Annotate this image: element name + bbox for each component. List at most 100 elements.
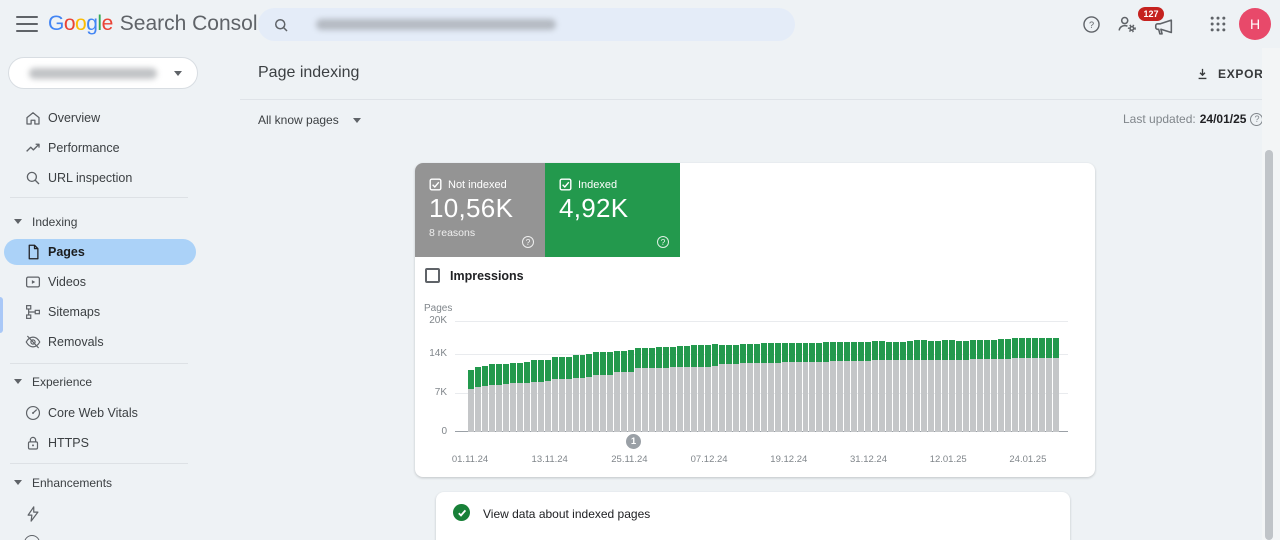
- annotation-marker[interactable]: 1: [626, 434, 641, 449]
- bar[interactable]: [551, 357, 558, 432]
- bar[interactable]: [628, 349, 635, 432]
- bar[interactable]: [614, 350, 621, 432]
- bar[interactable]: [642, 348, 649, 432]
- sidebar-section-enhancements[interactable]: Enhancements: [0, 472, 200, 494]
- sidebar-item-overview[interactable]: Overview: [0, 106, 200, 130]
- bar[interactable]: [663, 347, 670, 432]
- bar[interactable]: [851, 342, 858, 432]
- sidebar-item-https[interactable]: HTTPS: [0, 431, 200, 455]
- scrollbar-thumb[interactable]: [1265, 150, 1273, 540]
- bar[interactable]: [788, 342, 795, 432]
- bar[interactable]: [816, 342, 823, 432]
- apps-grid-icon[interactable]: [1206, 12, 1230, 36]
- manage-accounts-icon[interactable]: [1115, 12, 1139, 36]
- bar[interactable]: [983, 339, 990, 432]
- bar[interactable]: [955, 340, 962, 432]
- bar[interactable]: [718, 345, 725, 432]
- bar[interactable]: [886, 341, 893, 432]
- bar[interactable]: [879, 341, 886, 432]
- bar[interactable]: [725, 345, 732, 432]
- bar[interactable]: [495, 364, 502, 432]
- bar[interactable]: [948, 340, 955, 432]
- bar[interactable]: [865, 341, 872, 432]
- bar[interactable]: [858, 342, 865, 432]
- bar[interactable]: [767, 343, 774, 432]
- bar[interactable]: [572, 354, 579, 432]
- avatar[interactable]: H: [1239, 8, 1271, 40]
- bar[interactable]: [809, 342, 816, 432]
- sidebar-item-core-web-vitals[interactable]: Core Web Vitals: [0, 401, 200, 425]
- sidebar-item-url-inspection[interactable]: URL inspection: [0, 166, 200, 190]
- help-icon[interactable]: ?: [1079, 12, 1103, 36]
- bar[interactable]: [523, 361, 530, 432]
- bar[interactable]: [711, 344, 718, 432]
- bar[interactable]: [837, 341, 844, 432]
- bar[interactable]: [907, 341, 913, 432]
- bar[interactable]: [962, 340, 969, 432]
- bar[interactable]: [927, 340, 934, 432]
- bar[interactable]: [474, 367, 481, 432]
- bar[interactable]: [802, 342, 809, 432]
- bar[interactable]: [830, 341, 837, 432]
- bar[interactable]: [844, 341, 851, 432]
- bar[interactable]: [488, 364, 495, 432]
- bar[interactable]: [635, 348, 642, 432]
- bar[interactable]: [990, 339, 997, 432]
- bar[interactable]: [1025, 338, 1032, 432]
- bar[interactable]: [941, 340, 948, 432]
- bar[interactable]: [558, 357, 565, 432]
- bar[interactable]: [823, 342, 830, 432]
- page-filter-dropdown[interactable]: All know pages: [258, 113, 361, 127]
- property-selector[interactable]: [8, 57, 198, 89]
- export-button[interactable]: EXPORT: [1194, 62, 1272, 86]
- bar[interactable]: [739, 344, 746, 432]
- sidebar-item-pages-selected[interactable]: Pages: [4, 239, 196, 265]
- bar[interactable]: [593, 352, 600, 432]
- sidebar-item-videos[interactable]: Videos: [0, 270, 200, 294]
- bar[interactable]: [670, 346, 677, 432]
- indexed-summary-card[interactable]: Indexed 4,92K ?: [545, 163, 680, 257]
- sidebar-item-amp[interactable]: [0, 502, 200, 526]
- bar[interactable]: [1046, 338, 1053, 432]
- bar[interactable]: [509, 362, 516, 432]
- bar[interactable]: [969, 339, 976, 432]
- bar[interactable]: [872, 341, 879, 432]
- bar[interactable]: [677, 346, 684, 432]
- bar[interactable]: [656, 347, 663, 432]
- bar[interactable]: [795, 342, 802, 432]
- impressions-checkbox[interactable]: Impressions: [425, 268, 524, 283]
- bar[interactable]: [621, 350, 628, 432]
- hamburger-menu-icon[interactable]: [16, 15, 38, 33]
- bar[interactable]: [920, 340, 927, 432]
- bar[interactable]: [586, 354, 593, 432]
- bar[interactable]: [997, 339, 1004, 432]
- bar[interactable]: [1004, 339, 1011, 432]
- bar[interactable]: [746, 344, 753, 432]
- bar[interactable]: [1039, 338, 1046, 432]
- bar[interactable]: [1018, 338, 1025, 432]
- bar[interactable]: [914, 340, 920, 432]
- bar[interactable]: [516, 362, 523, 432]
- search-input[interactable]: [258, 8, 795, 41]
- bar[interactable]: [1032, 338, 1039, 432]
- bar[interactable]: [934, 340, 941, 432]
- bar[interactable]: [893, 341, 900, 432]
- bar[interactable]: [502, 363, 509, 432]
- bar[interactable]: [900, 341, 907, 432]
- bar[interactable]: [600, 352, 607, 432]
- bar[interactable]: [753, 344, 760, 432]
- bar[interactable]: [684, 346, 690, 432]
- bar[interactable]: [732, 344, 739, 432]
- bar[interactable]: [530, 360, 537, 432]
- bar[interactable]: [468, 369, 474, 432]
- bar[interactable]: [760, 343, 767, 432]
- bar[interactable]: [704, 344, 711, 432]
- bar[interactable]: [481, 365, 488, 432]
- bar[interactable]: [649, 348, 656, 432]
- help-circle-icon[interactable]: ?: [522, 236, 534, 248]
- sidebar-item-sitemaps[interactable]: Sitemaps: [0, 300, 200, 324]
- bar[interactable]: [1011, 338, 1018, 432]
- bar[interactable]: [565, 356, 572, 432]
- bar[interactable]: [691, 344, 697, 432]
- sidebar-item-performance[interactable]: Performance: [0, 136, 200, 160]
